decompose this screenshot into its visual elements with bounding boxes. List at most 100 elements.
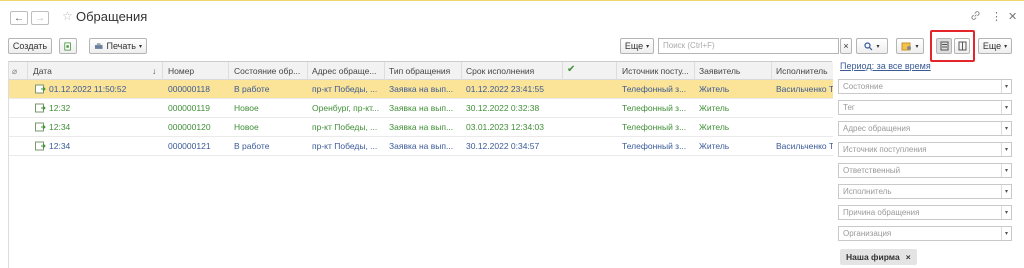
col-applicant[interactable]: Заявитель — [699, 66, 769, 76]
cell-type: Заявка на вып... — [389, 103, 454, 113]
checkmark-icon[interactable]: ✔ — [567, 64, 575, 75]
search-input[interactable]: Поиск (Ctrl+F) — [658, 38, 839, 54]
folder-settings-icon — [901, 42, 912, 51]
dropdown-icon[interactable]: ▾ — [1001, 227, 1011, 240]
filter-field[interactable]: Ответственный ▾ — [838, 163, 1012, 178]
split-view-button[interactable] — [954, 38, 970, 54]
table-row[interactable]: 12:34 000000121 В работе пр-кт Победы, ... З… — [9, 137, 833, 156]
filter-tag[interactable]: Наша фирма × — [840, 249, 917, 265]
filter-settings-button[interactable]: ▾ — [896, 38, 924, 54]
close-icon[interactable]: × — [906, 252, 911, 262]
print-button[interactable]: Печать ▾ — [89, 38, 147, 54]
forward-arrow-icon: → — [35, 12, 45, 24]
table-row[interactable]: 12:34 000000120 Новое пр-кт Победы, ... Заяв… — [9, 118, 833, 137]
col-deadline[interactable]: Срок исполнения — [466, 66, 561, 76]
more-actions-button[interactable]: Еще ▾ — [620, 38, 654, 54]
filter-field-label: Адрес обращения — [843, 124, 911, 133]
cell-address: Оренбург, пр-кт... — [312, 103, 380, 113]
col-address[interactable]: Адрес обраще... — [312, 66, 384, 76]
cell-date: 12:34 — [49, 141, 71, 151]
cell-deadline: 01.12.2022 23:41:55 — [466, 84, 544, 94]
document-icon — [35, 122, 46, 132]
filter-field[interactable]: Адрес обращения ▾ — [838, 121, 1012, 136]
document-icon — [35, 84, 46, 94]
period-link[interactable]: Период: за все время — [840, 61, 931, 71]
cell-deadline: 03.01.2023 12:34:03 — [466, 122, 544, 132]
print-label: Печать — [106, 41, 136, 51]
col-type[interactable]: Тип обращения — [389, 66, 461, 76]
cell-source: Телефонный з... — [622, 84, 687, 94]
filter-field-label: Организация — [843, 229, 892, 238]
filter-field-label: Состояние — [843, 82, 883, 91]
cell-date: 12:32 — [49, 103, 71, 113]
clear-label: × — [843, 41, 849, 51]
dropdown-icon[interactable]: ▾ — [1001, 122, 1011, 135]
filter-field[interactable]: Тег ▾ — [838, 100, 1012, 115]
filter-field-label: Тег — [843, 103, 855, 112]
chevron-down-icon: ▾ — [1004, 43, 1008, 50]
table-row[interactable]: 01.12.2022 11:50:52 000000118 В работе пр-к… — [9, 80, 833, 99]
document-icon — [35, 141, 46, 151]
close-icon[interactable]: ✕ — [1008, 10, 1017, 23]
filter-field[interactable]: Причина обращения ▾ — [838, 205, 1012, 220]
filter-panel: Период: за все время Состояние ▾ Тег ▾ Адрес… — [838, 61, 1014, 268]
filter-field-label: Ответственный — [843, 166, 901, 175]
chevron-down-icon: ▾ — [915, 43, 919, 50]
col-executor[interactable]: Исполнитель — [776, 66, 833, 76]
cell-state: Новое — [234, 122, 259, 132]
filter-field[interactable]: Организация ▾ — [838, 226, 1012, 241]
chevron-down-icon: ▾ — [876, 43, 880, 50]
filter-field[interactable]: Исполнитель ▾ — [838, 184, 1012, 199]
search-button[interactable]: ▾ — [856, 38, 888, 54]
cell-address: пр-кт Победы, ... — [312, 141, 378, 151]
filter-field[interactable]: Источник поступления ▾ — [838, 142, 1012, 157]
create-button[interactable]: Создать — [8, 38, 52, 54]
clear-search-button[interactable]: × — [840, 38, 852, 54]
cell-date: 01.12.2022 11:50:52 — [49, 84, 127, 94]
cell-type: Заявка на вып... — [389, 84, 454, 94]
more-panel-button[interactable]: Еще ▾ — [978, 38, 1012, 54]
cell-number: 000000118 — [168, 84, 210, 94]
document-icon — [35, 103, 46, 113]
dropdown-icon[interactable]: ▾ — [1001, 101, 1011, 114]
col-number[interactable]: Номер — [168, 66, 228, 76]
cell-applicant: Житель — [699, 103, 730, 113]
cell-state: Новое — [234, 103, 259, 113]
copy-doc-icon — [64, 42, 71, 50]
cell-address: пр-кт Победы, ... — [312, 84, 378, 94]
cell-source: Телефонный з... — [622, 141, 687, 151]
favorite-star-icon[interactable]: ☆ — [62, 9, 73, 23]
filter-field[interactable]: Состояние ▾ — [838, 79, 1012, 94]
list-view-button[interactable] — [936, 38, 952, 54]
more-vertical-icon[interactable]: ⋮ — [991, 10, 1002, 23]
attachment-icon[interactable]: ⌀ — [12, 66, 17, 77]
dropdown-icon[interactable]: ▾ — [1001, 80, 1011, 93]
col-source[interactable]: Источник посту... — [622, 66, 692, 76]
forward-button[interactable]: → — [31, 11, 49, 25]
dropdown-icon[interactable]: ▾ — [1001, 206, 1011, 219]
requests-table[interactable]: ⌀ Дата ↓ Номер Состояние обр... Адрес об… — [8, 61, 833, 268]
cell-date: 12:34 — [49, 122, 71, 132]
cell-type: Заявка на вып... — [389, 122, 454, 132]
copy-button[interactable] — [59, 38, 77, 54]
cell-number: 000000119 — [168, 103, 210, 113]
sort-icon: ↓ — [152, 66, 157, 76]
cell-deadline: 30.12.2022 0:34:57 — [466, 141, 540, 151]
cell-source: Телефонный з... — [622, 122, 687, 132]
dropdown-icon[interactable]: ▾ — [1001, 164, 1011, 177]
search-icon — [864, 41, 873, 50]
dropdown-icon[interactable]: ▾ — [1001, 143, 1011, 156]
filter-field-label: Исполнитель — [843, 187, 892, 196]
list-view-icon — [940, 41, 948, 51]
col-state[interactable]: Состояние обр... — [234, 66, 306, 76]
back-button[interactable]: ← — [10, 11, 28, 25]
col-date[interactable]: Дата — [33, 66, 133, 76]
link-icon[interactable] — [970, 10, 981, 24]
filter-field-label: Источник поступления — [843, 145, 927, 154]
filter-tag-label: Наша фирма — [846, 252, 900, 262]
more-label: Еще — [624, 41, 644, 51]
table-row[interactable]: 12:32 000000119 Новое Оренбург, пр-кт... Зая… — [9, 99, 833, 118]
cell-executor: Васильченко Т — [776, 84, 833, 94]
dropdown-icon[interactable]: ▾ — [1001, 185, 1011, 198]
cell-number: 000000121 — [168, 141, 211, 151]
